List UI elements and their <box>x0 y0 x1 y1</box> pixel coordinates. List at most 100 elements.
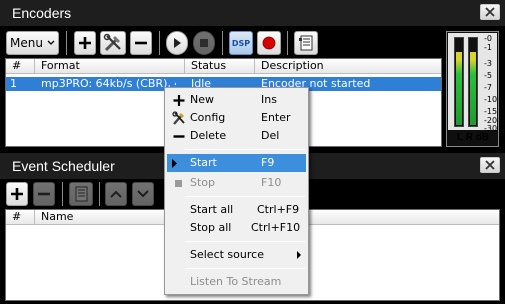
menu-item-label: Config <box>190 111 226 124</box>
vu-scale-label: -10 <box>484 95 498 104</box>
vu-fill-left <box>456 52 462 125</box>
config-encoder-button[interactable] <box>100 31 126 55</box>
encoders-title-bar[interactable]: Encoders <box>0 0 505 26</box>
vu-meter: -0 -1 -3 -5 -7 -10 -15 -20 -30 L R dB <box>446 31 499 147</box>
menu-item-label: Select source <box>190 248 264 261</box>
column-header[interactable]: # <box>6 210 35 225</box>
toolbar-separator <box>66 31 67 55</box>
vu-bar-right <box>468 37 478 127</box>
scheduler-close-button[interactable] <box>480 157 500 173</box>
menu-item-delete[interactable]: Delete Del <box>167 127 306 145</box>
menu-item-label: Stop <box>190 176 216 189</box>
menu-item-label: Stop all <box>190 221 232 234</box>
menu-item-start-all[interactable]: Start all Ctrl+F9 <box>167 201 306 219</box>
menu-item-label: Start <box>190 156 217 169</box>
dsp-button[interactable]: DSP <box>229 31 253 55</box>
minus-icon <box>173 135 185 138</box>
vu-meter-panel: -0 -1 -3 -5 -7 -10 -15 -20 -30 <box>448 33 498 133</box>
delete-encoder-button[interactable] <box>130 31 152 55</box>
submenu-arrow-icon <box>297 251 301 259</box>
toolbar-separator <box>62 182 63 206</box>
menu-separator <box>185 196 305 197</box>
menu-item-shortcut: Enter <box>261 111 291 124</box>
document-icon <box>75 186 88 202</box>
menu-separator <box>185 241 305 242</box>
encoders-grid-header: # Format Status Description <box>6 59 441 74</box>
play-icon <box>172 159 177 168</box>
menu-item-label: Listen To Stream <box>190 275 282 288</box>
menu-item-listen-to-stream[interactable]: Listen To Stream <box>167 273 306 291</box>
vu-bar-left <box>454 37 464 127</box>
vu-scale-label: -5 <box>484 71 492 80</box>
menu-item-new[interactable]: New Ins <box>167 91 306 109</box>
column-header[interactable]: # <box>6 59 35 74</box>
plus-icon <box>173 95 185 106</box>
menu-item-shortcut: Ctrl+F9 <box>257 203 300 216</box>
close-icon <box>485 7 495 17</box>
menu-item-shortcut: F9 <box>261 156 275 169</box>
menu-item-select-source[interactable]: Select source <box>167 246 306 264</box>
menu-item-shortcut: Ins <box>261 93 277 106</box>
encoders-close-button[interactable] <box>480 4 500 20</box>
chevron-down-icon <box>47 40 55 45</box>
move-down-button[interactable] <box>132 182 154 206</box>
record-icon <box>262 36 276 50</box>
row-number: 1 <box>10 77 17 90</box>
menu-item-label: New <box>190 93 214 106</box>
row-format: mp3PRO: 64kb/s (CBR), 4 <box>41 77 176 90</box>
menu-separator <box>185 268 305 269</box>
start-button[interactable] <box>166 31 188 55</box>
tools-icon <box>103 33 121 52</box>
menu-item-stop-all[interactable]: Stop all Ctrl+F10 <box>167 219 306 237</box>
vu-scale-label: -15 <box>484 107 498 116</box>
toolbar-separator <box>222 31 223 55</box>
vu-scale-label: -7 <box>484 83 492 92</box>
menu-item-shortcut: F10 <box>261 176 282 189</box>
dsp-label: DSP <box>231 38 251 48</box>
menu-item-config[interactable]: Config Enter <box>167 109 306 127</box>
delete-event-button[interactable] <box>33 182 55 206</box>
vu-fill-right <box>470 52 476 125</box>
toolbar-separator <box>159 31 160 55</box>
toolbar-separator <box>287 31 288 55</box>
column-header[interactable]: Format <box>35 59 185 74</box>
context-menu: New Ins Config Enter Delete Del Start F9… <box>164 87 309 295</box>
vu-scale-label: -0 <box>484 34 492 43</box>
encoders-title: Encoders <box>12 5 72 21</box>
vu-scale-label: -1 <box>484 43 492 52</box>
scheduler-title: Event Scheduler <box>12 158 115 174</box>
minus-icon <box>38 192 50 196</box>
document-icon <box>299 35 313 51</box>
config-icon <box>172 111 185 125</box>
menu-item-label: Start all <box>190 203 234 216</box>
menu-button[interactable]: Menu <box>6 31 59 55</box>
close-icon <box>485 160 495 170</box>
stop-icon <box>175 180 182 187</box>
menu-item-shortcut: Del <box>261 129 280 142</box>
play-icon <box>174 38 181 48</box>
menu-button-label: Menu <box>10 36 43 50</box>
minus-icon <box>135 41 147 45</box>
menu-item-label: Delete <box>190 129 227 142</box>
stop-button[interactable] <box>193 31 215 55</box>
menu-separator <box>185 149 305 150</box>
move-up-button[interactable] <box>105 182 127 206</box>
edit-event-button[interactable] <box>69 182 93 206</box>
plus-icon <box>11 188 23 200</box>
menu-item-shortcut: Ctrl+F10 <box>251 221 301 234</box>
column-header[interactable]: Status <box>185 59 255 74</box>
add-encoder-button[interactable] <box>74 31 96 55</box>
chevron-up-icon <box>110 190 122 198</box>
log-button[interactable] <box>294 31 318 55</box>
stop-icon <box>200 39 208 47</box>
column-header[interactable]: Description <box>255 59 441 74</box>
toolbar-separator <box>99 182 100 206</box>
vu-footer-label: L R dB <box>457 132 490 143</box>
add-event-button[interactable] <box>6 182 28 206</box>
record-button[interactable] <box>257 31 281 55</box>
menu-item-start[interactable]: Start F9 <box>167 154 306 172</box>
vu-scale-label: -3 <box>484 59 492 68</box>
plus-icon <box>79 37 91 49</box>
chevron-down-icon <box>137 190 149 198</box>
menu-item-stop[interactable]: Stop F10 <box>167 174 306 192</box>
